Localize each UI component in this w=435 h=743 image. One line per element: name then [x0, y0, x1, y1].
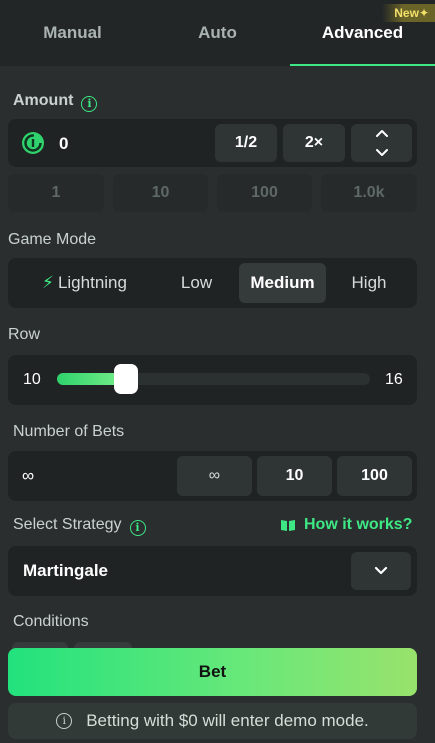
bets-10-button[interactable]: 10 — [257, 456, 332, 496]
quick-amount-10[interactable]: 10 — [113, 174, 208, 212]
number-of-bets-input[interactable]: ∞ — [22, 466, 34, 486]
increment-decrement-button[interactable] — [351, 124, 412, 162]
lightning-icon: ⚡ — [42, 273, 54, 292]
row-label: Row — [8, 326, 41, 343]
mode-lightning-label: Lightning — [57, 273, 127, 292]
bets-infinite-button[interactable]: ∞ — [177, 456, 252, 496]
new-badge-label: New — [394, 6, 419, 20]
tab-auto[interactable]: Auto — [145, 0, 290, 66]
row-max: 16 — [385, 371, 403, 388]
amount-label: Amount i — [13, 92, 98, 112]
chevron-down-icon — [374, 566, 388, 575]
info-icon: i — [56, 713, 73, 729]
mode-tabs: Manual Auto Advanced — [0, 0, 435, 66]
chevron-up-down-icon — [375, 130, 388, 156]
strategy-selected-value: Martingale — [23, 561, 109, 580]
strategy-dropdown-button[interactable] — [351, 552, 411, 590]
how-it-works-label: How it works? — [304, 516, 413, 533]
demo-mode-text: Betting with $0 will enter demo mode. — [86, 711, 369, 730]
bets-100-button[interactable]: 100 — [337, 456, 412, 496]
mode-high[interactable]: High — [331, 263, 407, 303]
info-icon[interactable]: i — [129, 519, 146, 536]
quick-amount-100[interactable]: 100 — [217, 174, 312, 212]
new-badge: New✦ — [382, 4, 435, 22]
conditions-label: Conditions — [13, 613, 89, 630]
how-it-works-link[interactable]: How it works? — [280, 516, 412, 534]
quick-amount-1[interactable]: 1 — [8, 174, 104, 212]
half-button[interactable]: 1/2 — [215, 124, 277, 162]
info-icon[interactable]: i — [81, 95, 98, 112]
strategy-label: Select Strategy i — [13, 516, 146, 536]
row-min: 10 — [23, 371, 41, 388]
amount-label-text: Amount — [13, 92, 74, 109]
tab-manual[interactable]: Manual — [0, 0, 145, 66]
bet-button[interactable]: Bet — [8, 648, 417, 696]
row-slider-thumb[interactable] — [113, 364, 138, 394]
quick-amount-1k[interactable]: 1.0k — [321, 174, 417, 212]
amount-input[interactable]: 0 — [59, 134, 68, 154]
double-button[interactable]: 2× — [283, 124, 345, 162]
number-of-bets-label: Number of Bets — [13, 423, 125, 440]
mode-low[interactable]: Low — [158, 263, 235, 303]
coin-icon — [21, 131, 45, 155]
strategy-label-text: Select Strategy — [13, 516, 122, 533]
mode-lightning[interactable]: ⚡ Lightning — [32, 263, 137, 303]
mode-medium[interactable]: Medium — [239, 263, 326, 303]
book-icon — [281, 520, 295, 531]
demo-mode-notice: i Betting with $0 will enter demo mode. — [8, 703, 417, 739]
sparkle-icon: ✦ — [418, 6, 429, 20]
game-mode-label: Game Mode — [8, 231, 97, 248]
